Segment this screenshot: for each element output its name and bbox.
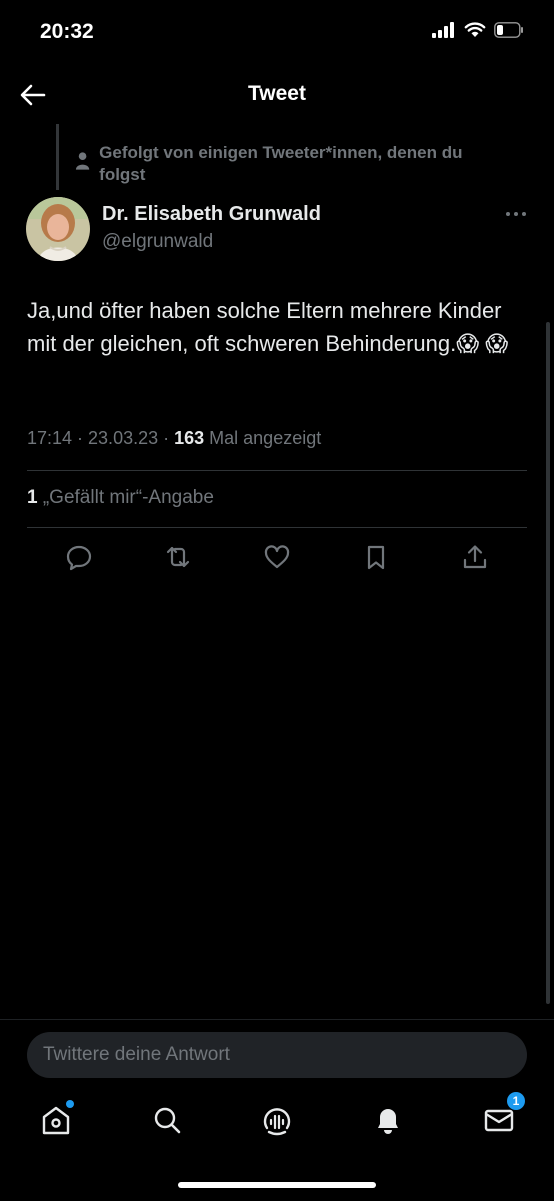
tweet-actions	[27, 543, 527, 575]
reply-input[interactable]	[27, 1032, 527, 1078]
status-bar: 20:32	[0, 0, 554, 66]
views-label: Mal angezeigt	[204, 428, 322, 448]
messages-badge: 1	[507, 1092, 525, 1110]
tab-home[interactable]	[38, 1100, 74, 1138]
spaces-icon	[263, 1108, 291, 1136]
person-icon	[75, 152, 90, 170]
search-icon	[154, 1107, 181, 1134]
tab-bar: 1	[0, 1080, 554, 1150]
tweet-meta: 17:14 · 23.03.23 · 163 Mal angezeigt	[27, 428, 321, 449]
author-handle[interactable]: @elgrunwald	[102, 231, 213, 253]
share-icon	[463, 545, 487, 569]
more-icon	[506, 212, 526, 216]
thread-line	[56, 124, 59, 190]
avatar[interactable]	[26, 197, 90, 261]
heart-icon	[264, 545, 290, 569]
reply-icon	[66, 545, 92, 571]
tab-search[interactable]	[149, 1102, 185, 1138]
battery-icon	[494, 22, 523, 38]
like-button[interactable]	[263, 543, 291, 571]
views-count[interactable]: 163	[174, 428, 204, 448]
tweet-timestamp: 17:14 · 23.03.23 ·	[27, 428, 175, 448]
tab-spaces[interactable]	[259, 1102, 295, 1138]
likes-count: 1	[27, 487, 38, 508]
bookmark-button[interactable]	[362, 543, 390, 571]
author-name[interactable]: Dr. Elisabeth Grunwald	[102, 203, 321, 226]
page-title: Tweet	[248, 82, 306, 105]
header: Tweet	[0, 66, 554, 124]
home-notification-dot	[66, 1100, 74, 1108]
avatar-image	[26, 197, 90, 261]
home-indicator[interactable]	[178, 1182, 376, 1188]
more-options-button[interactable]	[504, 206, 528, 222]
tweet-text: Ja,und öfter haben solche Eltern mehrere…	[27, 298, 509, 356]
cellular-signal-icon	[432, 22, 454, 38]
scrollbar[interactable]	[546, 322, 550, 1004]
tab-notifications[interactable]	[370, 1102, 406, 1138]
divider	[27, 527, 527, 528]
social-context: Gefolgt von einigen Tweeter*innen, denen…	[74, 142, 494, 186]
likes-row[interactable]: 1 „Gefällt mir“-Angabe	[27, 487, 214, 509]
retweet-button[interactable]	[164, 543, 192, 571]
likes-label: „Gefällt mir“-Angabe	[37, 487, 214, 508]
divider	[27, 470, 527, 471]
reply-button[interactable]	[65, 543, 93, 571]
status-time: 20:32	[40, 20, 94, 43]
social-context-text: Gefolgt von einigen Tweeter*innen, denen…	[99, 143, 463, 184]
wifi-icon	[464, 22, 486, 37]
status-icons	[432, 22, 524, 38]
notifications-icon	[378, 1109, 398, 1134]
retweet-icon	[166, 546, 190, 568]
bookmark-icon	[367, 545, 385, 570]
share-button[interactable]	[461, 543, 489, 571]
tab-messages[interactable]: 1	[481, 1092, 525, 1138]
